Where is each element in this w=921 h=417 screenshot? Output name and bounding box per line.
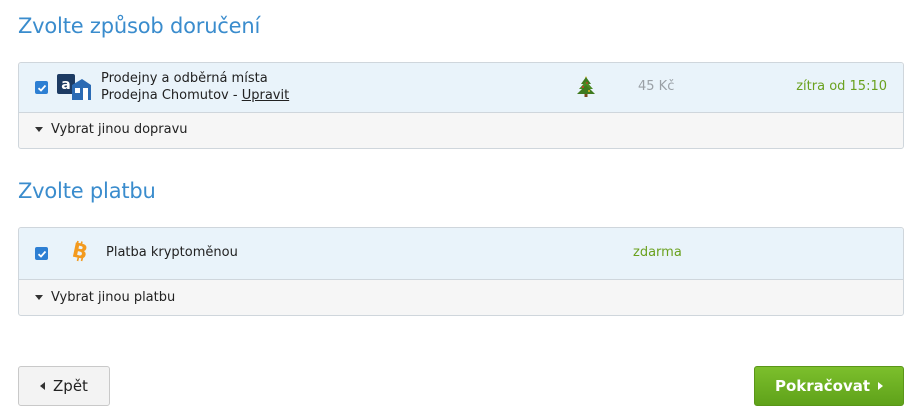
payment-checkbox[interactable] <box>35 247 48 260</box>
back-button-label: Zpět <box>53 377 88 395</box>
payment-option-selected[interactable]: B Platba kryptoměnou zdarma <box>19 228 903 280</box>
choose-other-payment-link[interactable]: Vybrat jinou platbu <box>35 290 175 305</box>
delivery-availability: zítra od 15:10 <box>796 79 887 94</box>
christmas-tree-icon <box>577 76 595 97</box>
delivery-option-name: Prodejny a odběrná místa <box>101 71 268 86</box>
delivery-section-title: Zvolte způsob doručení <box>18 14 261 38</box>
payment-section-title: Zvolte platbu <box>18 179 156 203</box>
delivery-checkbox[interactable] <box>35 81 48 94</box>
delivery-store-line: Prodejna Chomutov - Upravit <box>101 88 289 103</box>
continue-button-label: Pokračovat <box>774 377 871 395</box>
caret-down-icon <box>35 295 43 300</box>
check-icon <box>37 84 46 92</box>
back-button[interactable]: Zpět <box>18 366 110 406</box>
choose-other-delivery-link[interactable]: Vybrat jinou dopravu <box>35 122 188 137</box>
choose-other-delivery-label: Vybrat jinou dopravu <box>51 122 188 137</box>
check-icon <box>37 250 46 258</box>
delivery-store-name: Prodejna Chomutov - <box>101 88 242 103</box>
delivery-price: 45 Kč <box>638 79 675 94</box>
svg-text:a: a <box>61 77 70 93</box>
caret-down-icon <box>35 127 43 132</box>
edit-store-link[interactable]: Upravit <box>242 88 289 103</box>
shop-icon: a <box>57 74 91 100</box>
delivery-options-box: a Prodejny a odběrná místa Prodejna Chom… <box>18 62 904 149</box>
payment-price: zdarma <box>633 245 682 260</box>
continue-button[interactable]: Pokračovat <box>754 366 904 406</box>
svg-text:B: B <box>70 239 90 263</box>
caret-right-icon <box>878 382 884 390</box>
choose-other-payment-label: Vybrat jinou platbu <box>51 290 176 305</box>
payment-options-box: B Platba kryptoměnou zdarma Vybrat jinou… <box>18 227 904 316</box>
caret-left-icon <box>40 382 46 390</box>
payment-option-name: Platba kryptoměnou <box>106 245 238 260</box>
bitcoin-icon: B <box>70 239 90 263</box>
delivery-option-selected[interactable]: a Prodejny a odběrná místa Prodejna Chom… <box>19 63 903 113</box>
